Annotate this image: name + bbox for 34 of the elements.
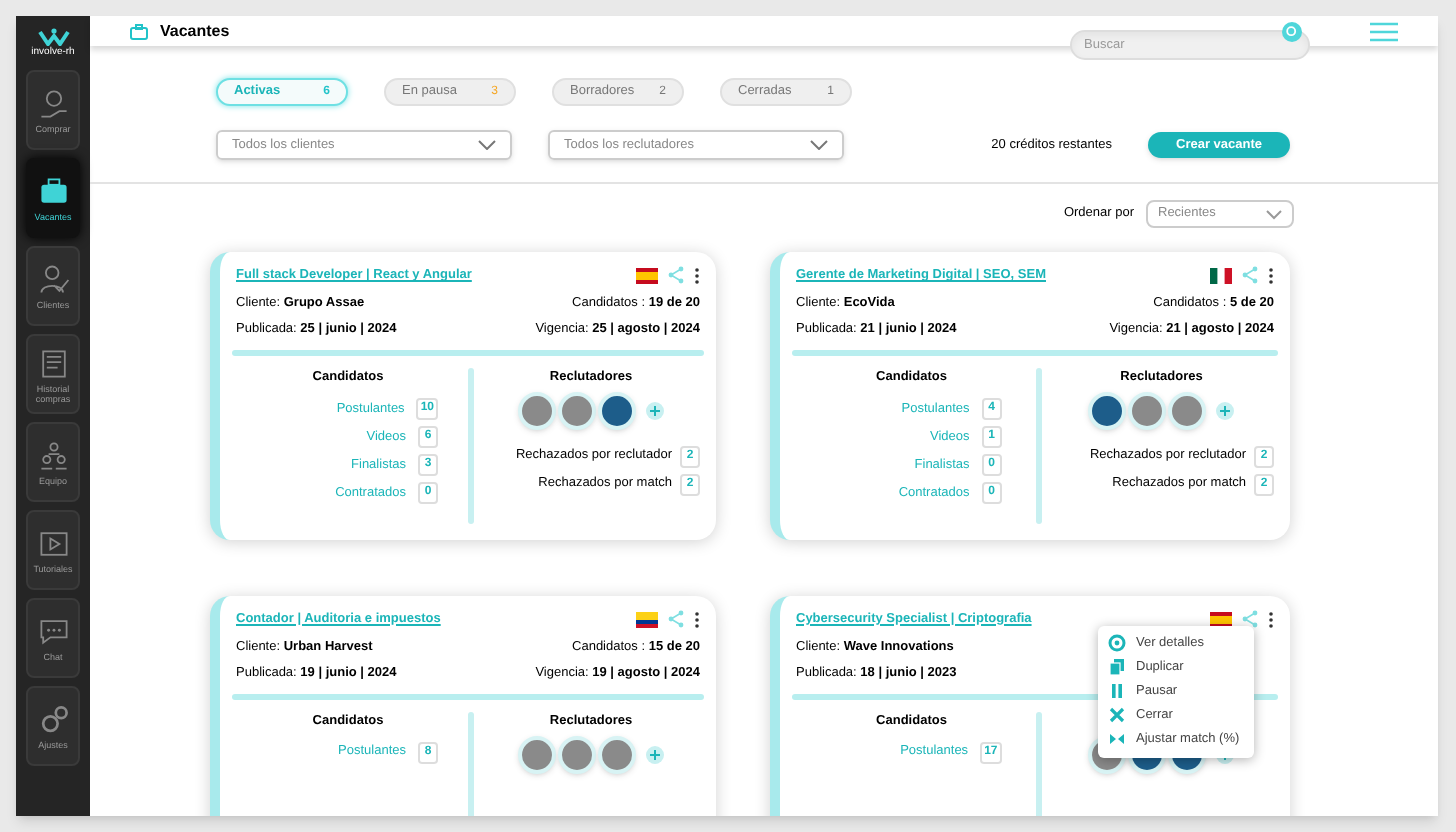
share-icon[interactable] — [1242, 610, 1258, 629]
more-icon[interactable] — [1268, 611, 1274, 628]
share-icon[interactable] — [668, 266, 684, 285]
copy-icon — [1108, 658, 1126, 677]
more-icon[interactable] — [694, 611, 700, 628]
add-icon[interactable] — [646, 401, 664, 420]
logo-avatar — [1088, 391, 1127, 430]
briefcase-icon — [130, 23, 148, 39]
flag-icon — [1210, 267, 1232, 284]
add-icon[interactable] — [1216, 401, 1235, 420]
flag-icon — [636, 267, 658, 284]
logo-icon — [37, 28, 69, 46]
person-check-icon — [35, 262, 71, 298]
close-icon — [1108, 706, 1126, 725]
chevron-icon — [1266, 209, 1282, 219]
arrows-icon — [1108, 730, 1126, 749]
chat-icon — [35, 614, 71, 650]
chevron-icon — [810, 140, 828, 150]
add-icon[interactable] — [646, 745, 664, 763]
flag-icon — [1210, 611, 1232, 628]
share-icon[interactable] — [1242, 266, 1258, 285]
video-icon — [35, 526, 71, 562]
logo-avatar — [598, 391, 636, 430]
pause-icon — [1108, 682, 1126, 701]
share-icon[interactable] — [668, 610, 684, 629]
flag-icon — [636, 611, 658, 628]
search-icon[interactable] — [1282, 21, 1302, 41]
chevron-icon — [478, 140, 496, 150]
eye-icon — [1108, 634, 1126, 653]
more-icon[interactable] — [1268, 267, 1274, 284]
menu-icon[interactable] — [1370, 21, 1398, 41]
page-title: Vacantes — [160, 19, 230, 43]
more-icon[interactable] — [694, 267, 700, 284]
team-icon — [35, 438, 71, 474]
